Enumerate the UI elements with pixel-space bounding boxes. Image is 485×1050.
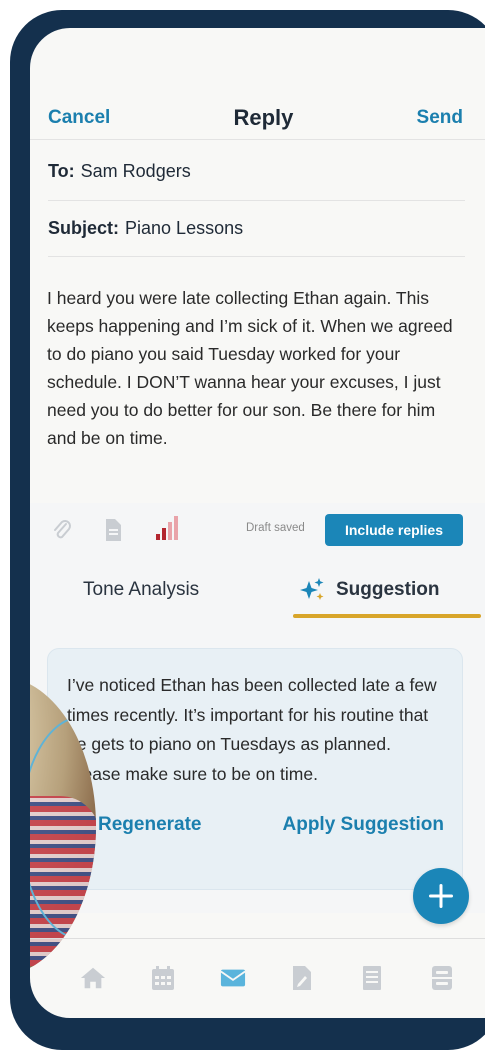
message-body[interactable]: I heard you were late collecting Ethan a…: [47, 284, 465, 452]
assistant-tabs: Tone Analysis Suggestion: [48, 570, 481, 620]
draft-status: Draft saved: [246, 522, 305, 534]
reply-header: Cancel Reply Send: [48, 98, 463, 138]
home-icon[interactable]: [80, 963, 106, 993]
regenerate-label: Regenerate: [98, 814, 202, 835]
photo-ring: [30, 716, 96, 940]
add-button[interactable]: [413, 868, 469, 924]
page-title: Reply: [233, 105, 294, 130]
tone-bars-icon[interactable]: [156, 516, 180, 547]
cancel-button[interactable]: Cancel: [48, 107, 110, 129]
to-field[interactable]: To: Sam Rodgers: [48, 161, 191, 182]
to-label: To:: [48, 161, 75, 181]
suggestion-text: I’ve noticed Ethan has been collected la…: [67, 675, 437, 784]
mail-icon[interactable]: [219, 963, 246, 993]
send-button[interactable]: Send: [417, 107, 463, 129]
to-divider: [48, 200, 465, 201]
paperclip-icon[interactable]: [52, 518, 72, 547]
to-value: Sam Rodgers: [80, 161, 191, 181]
tab-tone-analysis[interactable]: Tone Analysis: [83, 570, 199, 610]
document-icon[interactable]: [104, 518, 122, 547]
bottom-nav: [80, 963, 455, 997]
apply-suggestion-button[interactable]: Apply Suggestion: [283, 814, 445, 836]
tab-suggestion[interactable]: Suggestion: [298, 570, 439, 610]
bottom-nav-divider: [30, 938, 485, 939]
sparkle-icon: [298, 577, 326, 603]
active-tab-indicator: [293, 614, 481, 618]
tab-tone-analysis-label: Tone Analysis: [83, 579, 200, 600]
calendar-icon[interactable]: [150, 963, 176, 993]
file-edit-icon[interactable]: [289, 963, 315, 993]
plus-icon: [427, 882, 455, 910]
app-screen: Cancel Reply Send To: Sam Rodgers Subject…: [30, 28, 485, 1018]
notes-icon[interactable]: [359, 963, 385, 993]
subject-divider: [48, 256, 465, 257]
subject-value: Piano Lessons: [125, 218, 244, 238]
subject-label: Subject:: [48, 218, 120, 238]
contacts-icon[interactable]: [429, 963, 455, 993]
tab-suggestion-label: Suggestion: [336, 579, 440, 600]
include-replies-button[interactable]: Include replies: [325, 514, 463, 546]
compose-toolbar: Draft saved Include replies: [52, 514, 463, 548]
decorative-photo: [30, 676, 96, 976]
suggestion-card: I’ve noticed Ethan has been collected la…: [47, 648, 463, 890]
subject-field[interactable]: Subject: Piano Lessons: [48, 218, 243, 239]
suggestion-actions: Regenerate Apply Suggestion: [68, 814, 444, 844]
header-divider: [30, 139, 485, 140]
